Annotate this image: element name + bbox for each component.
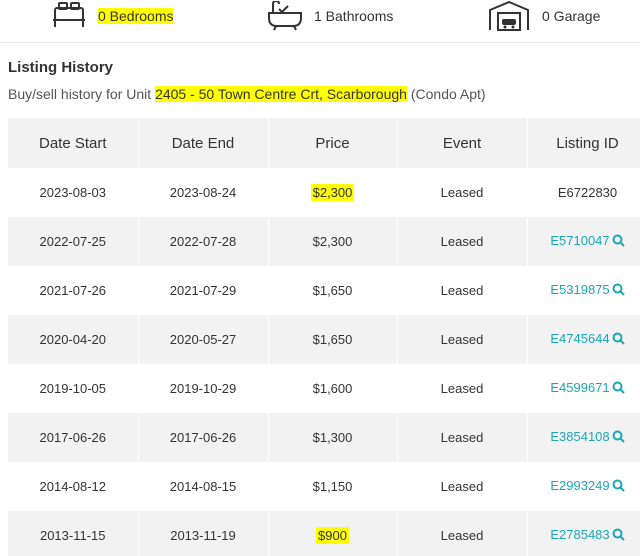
table-header-row: Date Start Date End Price Event Listing … <box>8 118 640 168</box>
bed-icon <box>52 2 86 30</box>
date-start: 2014-08-12 <box>8 462 139 511</box>
listing-id-link[interactable]: E5319875 <box>550 282 625 299</box>
price: $1,300 <box>268 413 398 462</box>
listing-id-cell: E5710047 <box>527 217 640 266</box>
event: Leased <box>397 364 528 413</box>
table-row: 2022-07-25 2022-07-28 $2,300 Leased E571… <box>8 217 640 266</box>
date-end: 2022-07-28 <box>138 217 269 266</box>
date-start: 2017-06-26 <box>8 413 139 462</box>
property-features-bar: 0 Bedrooms 1 Bathrooms 0 Garage <box>0 0 640 43</box>
col-date-start: Date Start <box>8 118 139 168</box>
price: $1,600 <box>268 364 398 413</box>
bathrooms-count: 1 Bathrooms <box>314 8 394 24</box>
section-title: Listing History <box>8 59 114 76</box>
feature-bedrooms: 0 Bedrooms <box>52 0 174 32</box>
listing-id-link[interactable]: E4599671 <box>550 380 625 397</box>
listing-id: E5319875 <box>550 282 610 297</box>
price: $1,650 <box>268 266 398 315</box>
listing-id: E6722830 <box>527 168 640 217</box>
listing-id: E4745644 <box>550 331 610 346</box>
garage-icon <box>488 1 530 31</box>
search-icon <box>612 332 625 348</box>
feature-bathrooms: 1 Bathrooms <box>268 0 393 32</box>
garage-count: 0 Garage <box>542 8 601 24</box>
event: Leased <box>397 168 528 217</box>
event: Leased <box>397 315 528 364</box>
date-start: 2020-04-20 <box>8 315 139 364</box>
price: $2,300 <box>310 184 355 201</box>
price: $1,650 <box>268 315 398 364</box>
listing-id-link[interactable]: E2993249 <box>550 478 625 495</box>
date-end: 2020-05-27 <box>138 315 269 364</box>
bathtub-icon <box>268 1 302 31</box>
date-end: 2019-10-29 <box>138 364 269 413</box>
listing-id-link[interactable]: E5710047 <box>550 233 625 250</box>
date-end: 2013-11-19 <box>138 511 269 556</box>
date-start: 2022-07-25 <box>8 217 139 266</box>
listing-id-cell: E4745644 <box>527 315 640 364</box>
date-start: 2023-08-03 <box>8 168 139 217</box>
table-row: 2023-08-03 2023-08-24 $2,300 Leased E672… <box>8 168 640 217</box>
table-row: 2013-11-15 2013-11-19 $900 Leased E27854… <box>8 511 640 556</box>
date-end: 2023-08-24 <box>138 168 269 217</box>
search-icon <box>612 528 625 544</box>
col-price: Price <box>268 118 398 168</box>
date-start: 2013-11-15 <box>8 511 139 556</box>
table-row: 2014-08-12 2014-08-15 $1,150 Leased E299… <box>8 462 640 511</box>
date-start: 2021-07-26 <box>8 266 139 315</box>
listing-id: E5710047 <box>550 233 610 248</box>
listing-id: E2785483 <box>550 527 610 542</box>
table-row: 2021-07-26 2021-07-29 $1,650 Leased E531… <box>8 266 640 315</box>
date-start: 2019-10-05 <box>8 364 139 413</box>
listing-history-table: Date Start Date End Price Event Listing … <box>8 118 640 556</box>
listing-id-cell: E2993249 <box>527 462 640 511</box>
listing-id: E4599671 <box>550 380 610 395</box>
listing-id-cell: E4599671 <box>527 364 640 413</box>
table-row: 2020-04-20 2020-05-27 $1,650 Leased E474… <box>8 315 640 364</box>
search-icon <box>612 479 625 495</box>
feature-garage: 0 Garage <box>488 0 600 32</box>
price-cell: $2,300 <box>268 168 398 217</box>
search-icon <box>612 381 625 397</box>
event: Leased <box>397 217 528 266</box>
table-row: 2019-10-05 2019-10-29 $1,600 Leased E459… <box>8 364 640 413</box>
search-icon <box>612 283 625 299</box>
event: Leased <box>397 266 528 315</box>
listing-id-cell: E2785483 <box>527 511 640 556</box>
date-end: 2021-07-29 <box>138 266 269 315</box>
listing-id: E3854108 <box>550 429 610 444</box>
price: $2,300 <box>268 217 398 266</box>
listing-id-link[interactable]: E4745644 <box>550 331 625 348</box>
date-end: 2017-06-26 <box>138 413 269 462</box>
col-date-end: Date End <box>138 118 269 168</box>
subtitle-prefix: Buy/sell history for Unit <box>8 86 156 102</box>
price: $1,150 <box>268 462 398 511</box>
event: Leased <box>397 413 528 462</box>
listing-id-cell: E5319875 <box>527 266 640 315</box>
col-listing-id: Listing ID <box>527 118 640 168</box>
price-cell: $900 <box>268 511 398 556</box>
listing-id-cell: E3854108 <box>527 413 640 462</box>
listing-id-link[interactable]: E3854108 <box>550 429 625 446</box>
search-icon <box>612 430 625 446</box>
event: Leased <box>397 462 528 511</box>
unit-address: 2405 - 50 Town Centre Crt, Scarborough <box>155 86 407 102</box>
bedrooms-count: 0 Bedrooms <box>98 8 174 24</box>
listing-id: E2993249 <box>550 478 610 493</box>
table-row: 2017-06-26 2017-06-26 $1,300 Leased E385… <box>8 413 640 462</box>
col-event: Event <box>397 118 528 168</box>
subtitle-suffix: (Condo Apt) <box>406 86 486 102</box>
date-end: 2014-08-15 <box>138 462 269 511</box>
event: Leased <box>397 511 528 556</box>
price: $900 <box>316 527 349 544</box>
listing-id-link[interactable]: E2785483 <box>550 527 625 544</box>
search-icon <box>612 234 625 250</box>
section-subtitle: Buy/sell history for Unit 2405 - 50 Town… <box>8 86 486 102</box>
